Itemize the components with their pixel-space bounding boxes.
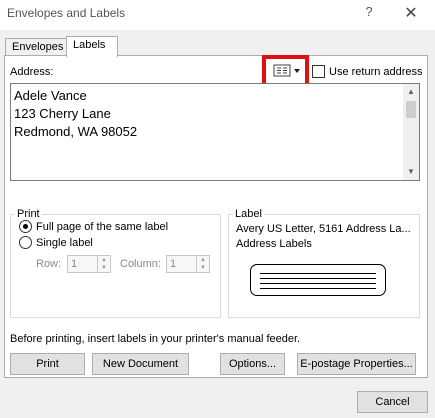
preview-line [260,288,376,289]
label-type: Address Labels [236,238,312,250]
label-name: Avery US Letter, 5161 Address La... [236,223,411,235]
single-label-radio[interactable] [19,236,32,249]
cancel-button[interactable]: Cancel [357,391,428,413]
label-preview-icon[interactable] [250,264,386,296]
preview-line [260,278,376,279]
column-label: Column: [120,258,161,270]
preview-line [260,273,376,274]
address-line: 123 Cherry Lane [14,106,111,121]
window-title: Envelopes and Labels [7,6,126,20]
scroll-thumb[interactable] [406,101,416,118]
feeder-note: Before printing, insert labels in your p… [10,333,301,345]
epostage-properties-button[interactable]: E-postage Properties... [297,353,416,375]
stepper-arrows-icon[interactable]: ▲ ▼ [196,256,209,272]
single-label-label: Single label [36,237,93,249]
full-page-label: Full page of the same label [36,221,169,233]
row-stepper[interactable]: 1 ▲ ▼ [67,255,111,273]
scroll-up-icon[interactable]: ▲ [403,84,419,100]
row-label: Row: [36,258,62,270]
use-return-address-label: Use return address [329,66,423,78]
stepper-arrows-icon[interactable]: ▲ ▼ [97,256,110,272]
address-label: Address: [10,66,54,78]
print-button[interactable]: Print [10,353,85,375]
tab-labels[interactable]: Labels [66,36,118,57]
use-return-address-checkbox[interactable] [312,65,325,78]
column-stepper[interactable]: 1 ▲ ▼ [166,255,210,273]
print-legend: Print [17,208,40,220]
full-page-radio[interactable] [19,220,32,233]
address-text[interactable]: Adele Vance 123 Cherry Lane Redmond, WA … [14,87,137,141]
options-button[interactable]: Options... [220,353,285,375]
address-line: Redmond, WA 98052 [14,124,138,139]
address-line: Adele Vance [14,88,87,103]
label-description[interactable]: Avery US Letter, 5161 Address La... Addr… [236,222,416,252]
close-button[interactable]: ✕ [398,3,424,25]
tab-envelopes-label: Envelopes [12,41,64,53]
preview-line [260,283,376,284]
help-button[interactable]: ? [358,4,380,24]
tab-envelopes[interactable]: Envelopes [5,38,67,55]
scroll-down-icon[interactable]: ▼ [403,164,419,180]
title-bar: Envelopes and Labels ? ✕ [0,0,435,30]
row-value: 1 [71,258,78,270]
column-value: 1 [170,258,177,270]
tab-labels-label: Labels [73,39,106,51]
address-scrollbar[interactable]: ▲ ▼ [403,84,419,180]
new-document-button[interactable]: New Document [92,353,189,375]
label-legend: Label [235,208,262,220]
